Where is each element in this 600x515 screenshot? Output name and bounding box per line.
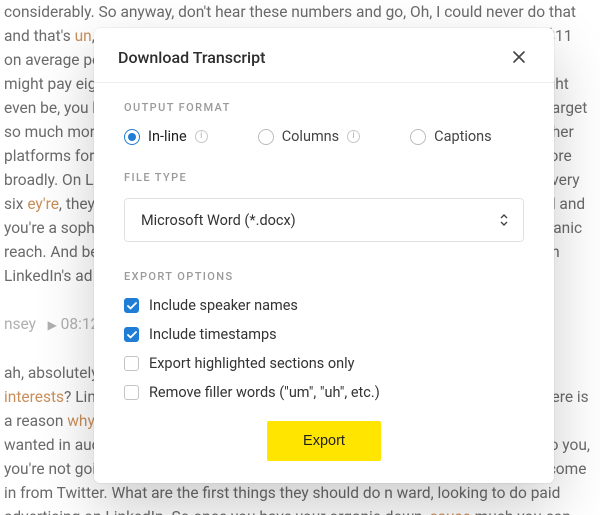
checkbox-icon [124, 385, 139, 400]
option-include-timestamps[interactable]: Include timestamps [124, 326, 524, 343]
output-format-columns[interactable]: Columns i [258, 128, 360, 145]
modal-body: OUTPUT FORMAT In-line i Columns i Captio… [94, 83, 554, 461]
export-button[interactable]: Export [267, 421, 381, 461]
file-type-selected: Microsoft Word (*.docx) [141, 212, 296, 229]
file-type-select[interactable]: Microsoft Word (*.docx) [124, 198, 524, 242]
option-include-speaker-names[interactable]: Include speaker names [124, 297, 524, 314]
download-transcript-modal: Download Transcript OUTPUT FORMAT In-lin… [94, 28, 554, 483]
info-icon[interactable]: i [195, 130, 208, 143]
option-export-highlighted-only[interactable]: Export highlighted sections only [124, 355, 524, 372]
checkbox-icon [124, 327, 139, 342]
checkbox-icon [124, 298, 139, 313]
output-format-options: In-line i Columns i Captions [124, 128, 524, 145]
radio-label: In-line [148, 128, 187, 145]
file-type-label: FILE TYPE [124, 171, 524, 184]
output-format-captions[interactable]: Captions [410, 128, 492, 145]
modal-title: Download Transcript [118, 48, 265, 67]
modal-actions: Export [124, 421, 524, 461]
checkbox-label: Include timestamps [149, 326, 277, 343]
export-options-label: EXPORT OPTIONS [124, 270, 524, 283]
radio-label: Captions [434, 128, 492, 145]
checkbox-label: Export highlighted sections only [149, 355, 355, 372]
radio-label: Columns [282, 128, 339, 145]
checkbox-label: Remove filler words ("um", "uh", etc.) [149, 384, 380, 401]
info-icon[interactable]: i [347, 130, 360, 143]
option-remove-filler-words[interactable]: Remove filler words ("um", "uh", etc.) [124, 384, 524, 401]
output-format-label: OUTPUT FORMAT [124, 101, 524, 114]
radio-icon [258, 129, 274, 145]
modal-header: Download Transcript [94, 28, 554, 82]
chevron-updown-icon [499, 213, 509, 227]
checkbox-icon [124, 356, 139, 371]
output-format-inline[interactable]: In-line i [124, 128, 208, 145]
radio-icon [124, 129, 140, 145]
close-icon[interactable] [508, 46, 530, 68]
checkbox-label: Include speaker names [149, 297, 298, 314]
radio-icon [410, 129, 426, 145]
